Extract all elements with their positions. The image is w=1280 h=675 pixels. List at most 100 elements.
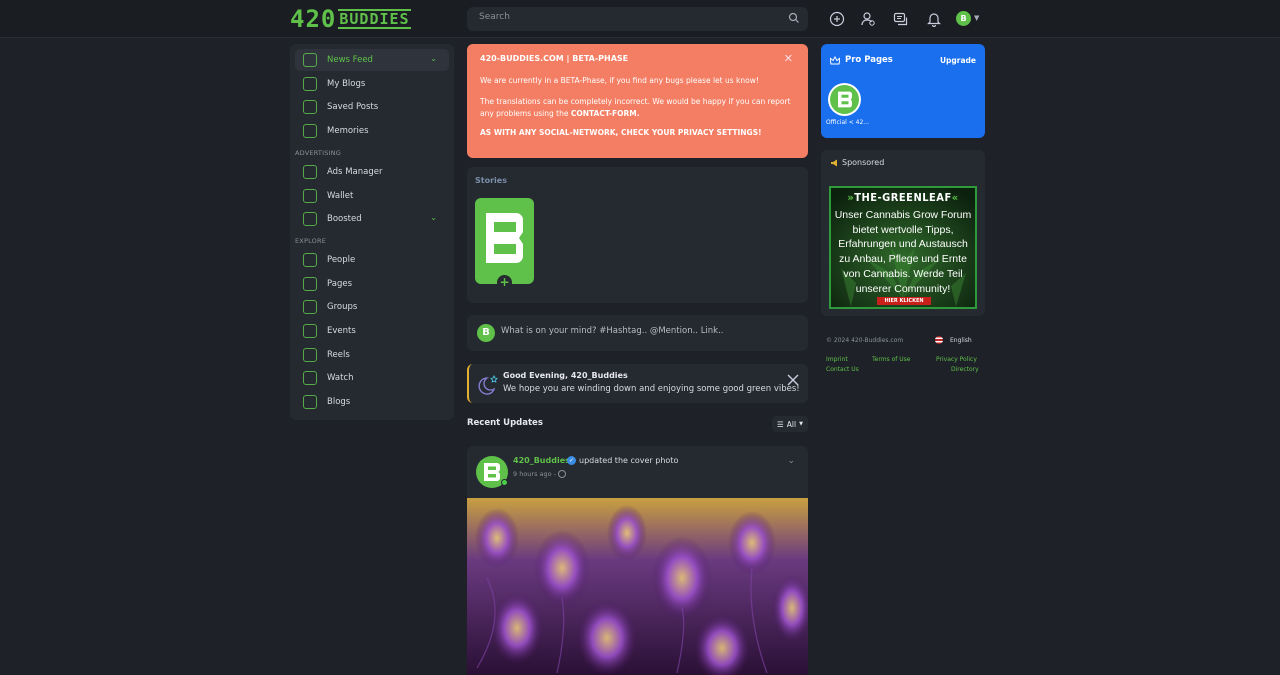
ad-line: von Cannabis. Werde Teil bbox=[843, 267, 963, 280]
ad-line: Erfahrungen und Austausch bbox=[838, 238, 968, 251]
sidebar-item-memories[interactable]: Memories bbox=[295, 120, 449, 142]
wallet-icon bbox=[303, 189, 317, 203]
verified-badge-icon: ✓ bbox=[567, 456, 576, 465]
boost-icon bbox=[303, 212, 317, 226]
sidebar-item-blogs[interactable]: Blogs bbox=[295, 391, 449, 413]
news-feed-icon bbox=[303, 53, 317, 67]
chevron-down-icon[interactable]: ⌄ bbox=[787, 456, 795, 466]
search-icon[interactable] bbox=[788, 12, 800, 24]
sidebar-item-label: My Blogs bbox=[327, 79, 366, 89]
pro-page-avatar[interactable] bbox=[828, 83, 861, 116]
composer-input[interactable]: What is on your mind? #Hashtag.. @Mentio… bbox=[501, 326, 724, 336]
pro-page-name[interactable]: Official < 42... bbox=[826, 119, 869, 126]
post-timestamp[interactable]: 9 hours ago - bbox=[513, 470, 556, 478]
post-cover-photo[interactable] bbox=[467, 498, 808, 675]
upgrade-button[interactable]: Upgrade bbox=[940, 56, 976, 65]
ad-brand-text: THE-GREENLEAF bbox=[854, 191, 952, 204]
close-icon[interactable] bbox=[786, 373, 800, 387]
sidebar-item-news-feed[interactable]: News Feed ⌄ bbox=[295, 49, 449, 71]
sponsored-title: Sponsored bbox=[842, 158, 885, 167]
ad-cta-button[interactable]: HIER KLICKEN bbox=[877, 297, 931, 305]
globe-icon bbox=[558, 470, 566, 478]
sidebar-item-label: Wallet bbox=[327, 191, 354, 201]
ad-copy: Unser Cannabis Grow Forum bietet wertvol… bbox=[831, 208, 975, 296]
create-story-card[interactable]: + bbox=[475, 198, 534, 290]
memories-icon bbox=[303, 124, 317, 138]
ad-line: bietet wertvolle Tipps, bbox=[852, 223, 954, 236]
bookmark-icon bbox=[303, 100, 317, 114]
ad-line: zu Anbau, Pflege und Ernte bbox=[839, 253, 967, 266]
chevron-down-icon[interactable]: ▼ bbox=[974, 14, 979, 22]
sidebar-item-boosted[interactable]: Boosted ⌄ bbox=[295, 208, 449, 230]
sidebar-item-label: People bbox=[327, 255, 356, 265]
megaphone-icon bbox=[831, 159, 837, 167]
list-icon: ☰ bbox=[777, 419, 784, 429]
sidebar-item-watch[interactable]: Watch bbox=[295, 367, 449, 389]
pro-pages-title: Pro Pages bbox=[845, 55, 893, 65]
reels-icon bbox=[303, 348, 317, 362]
sidebar-item-my-blogs[interactable]: My Blogs bbox=[295, 73, 449, 95]
post-action-text: updated the cover photo bbox=[579, 456, 679, 465]
feed-filter-button[interactable]: ☰ All ▼ bbox=[772, 416, 808, 432]
crown-icon bbox=[830, 56, 840, 65]
stories-title: Stories bbox=[475, 176, 507, 185]
blogs-icon bbox=[303, 395, 317, 409]
sidebar-item-events[interactable]: Events bbox=[295, 320, 449, 342]
friends-icon[interactable] bbox=[860, 11, 876, 27]
sidebar-item-wallet[interactable]: Wallet bbox=[295, 185, 449, 207]
sidebar-item-groups[interactable]: Groups bbox=[295, 296, 449, 318]
search-bar[interactable]: Search bbox=[467, 7, 808, 31]
feed-post: 420_Buddies ✓ updated the cover photo 9 … bbox=[467, 446, 808, 675]
sidebar-item-label: Saved Posts bbox=[327, 102, 379, 112]
chevron-down-icon[interactable]: ⌄ bbox=[430, 213, 437, 222]
bell-icon[interactable] bbox=[926, 11, 942, 27]
chevron-down-icon[interactable]: ⌄ bbox=[430, 54, 437, 63]
sponsored-card: Sponsored »THE-GREENLEAF« Unser Cannabis… bbox=[821, 150, 985, 316]
close-icon[interactable]: ✕ bbox=[784, 52, 793, 65]
contact-form-link[interactable]: CONTACT-FORM. bbox=[571, 109, 640, 118]
us-flag-icon bbox=[935, 336, 943, 344]
brand-b-icon bbox=[838, 91, 852, 108]
sidebar-item-label: News Feed bbox=[327, 55, 373, 65]
search-input[interactable]: Search bbox=[479, 12, 510, 22]
filter-label: All bbox=[786, 419, 797, 429]
footer-link-privacy[interactable]: Privacy Policy bbox=[936, 356, 977, 363]
groups-icon bbox=[303, 300, 317, 314]
language-selector[interactable]: English bbox=[950, 337, 972, 344]
top-navbar: 420 BUDDIES Search B ▼ bbox=[0, 0, 1280, 38]
add-story-button[interactable]: + bbox=[497, 275, 512, 290]
sidebar-item-saved-posts[interactable]: Saved Posts bbox=[295, 96, 449, 118]
explore-heading: EXPLORE bbox=[295, 237, 327, 245]
post-author-link[interactable]: 420_Buddies bbox=[513, 456, 570, 465]
megaphone-icon bbox=[303, 165, 317, 179]
footer-link-directory[interactable]: Directory bbox=[951, 366, 979, 373]
footer-link-contact[interactable]: Contact Us bbox=[826, 366, 859, 373]
people-icon bbox=[303, 253, 317, 267]
recent-updates-title: Recent Updates bbox=[467, 418, 543, 428]
announcement-text: We are currently in a BETA-Phase, if you… bbox=[480, 76, 759, 85]
add-circle-icon[interactable] bbox=[829, 11, 845, 27]
ad-line: unserer Community! bbox=[855, 282, 951, 295]
messages-icon[interactable] bbox=[893, 11, 909, 27]
sponsored-ad[interactable]: »THE-GREENLEAF« Unser Cannabis Grow Foru… bbox=[829, 186, 977, 309]
sidebar-item-label: Events bbox=[327, 326, 356, 336]
stories-panel: Stories + bbox=[467, 167, 808, 303]
logo-text: BUDDIES bbox=[338, 9, 411, 29]
footer-link-terms[interactable]: Terms of Use bbox=[872, 356, 910, 363]
avatar bbox=[830, 85, 859, 114]
brand-b-icon bbox=[486, 213, 523, 263]
sidebar-item-reels[interactable]: Reels bbox=[295, 344, 449, 366]
announcement-title: 420-BUDDIES.COM | BETA-PHASE bbox=[480, 54, 629, 63]
sidebar-item-people[interactable]: People bbox=[295, 249, 449, 271]
greeting-card: Good Evening, 420_Buddies We hope you ar… bbox=[467, 364, 808, 403]
sidebar-item-ads-manager[interactable]: Ads Manager bbox=[295, 161, 449, 183]
sidebar-item-pages[interactable]: Pages bbox=[295, 273, 449, 295]
flag-icon bbox=[303, 277, 317, 291]
avatar: B bbox=[477, 324, 495, 342]
post-composer[interactable]: B What is on your mind? #Hashtag.. @Ment… bbox=[467, 315, 808, 351]
site-logo[interactable]: 420 BUDDIES bbox=[290, 7, 411, 31]
footer-link-imprint[interactable]: Imprint bbox=[826, 356, 848, 363]
ad-line: Unser Cannabis Grow Forum bbox=[834, 209, 972, 221]
pro-pages-card: Pro Pages Upgrade Official < 42... bbox=[821, 44, 985, 138]
user-avatar[interactable]: B bbox=[956, 11, 971, 26]
